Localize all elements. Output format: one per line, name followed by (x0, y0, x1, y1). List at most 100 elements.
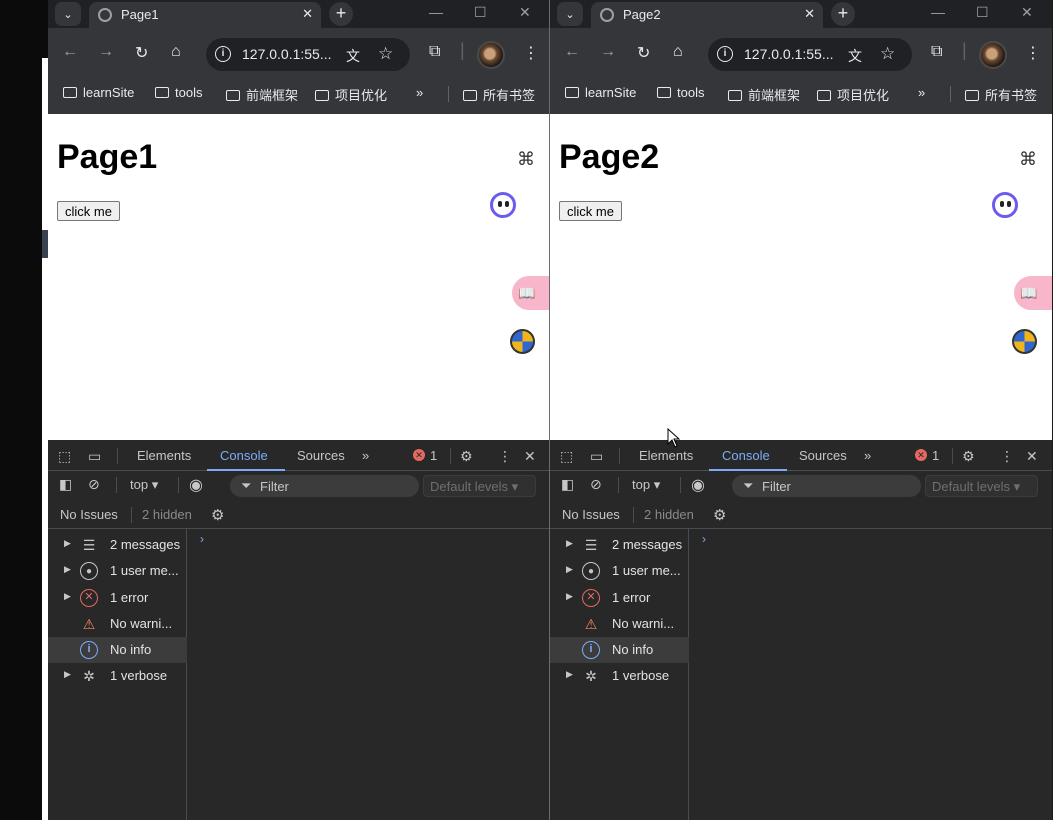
close-devtools-icon[interactable]: ✕ (1026, 448, 1038, 465)
error-count[interactable]: 1 (430, 448, 437, 463)
sidebar-item-info[interactable]: i No info (550, 637, 689, 663)
tab-search-chevron-icon[interactable]: ⌄ (557, 2, 583, 26)
command-icon[interactable]: ⌘ (1019, 149, 1037, 170)
click-me-button[interactable]: click me (57, 201, 120, 221)
tab-elements[interactable]: Elements (639, 448, 693, 463)
sidebar-item-errors[interactable]: ▶ ✕ 1 error (550, 585, 689, 611)
minimize-icon[interactable]: — (429, 4, 443, 20)
console-settings-gear-icon[interactable]: ⚙ (713, 506, 726, 524)
device-toolbar-icon[interactable]: ▭ (88, 448, 101, 465)
bookmark-star-icon[interactable]: ☆ (880, 44, 895, 64)
address-bar[interactable]: i 127.0.0.1:55... 文 ☆ (206, 38, 410, 71)
close-window-icon[interactable]: ✕ (519, 4, 531, 21)
settings-gear-icon[interactable]: ⚙ (460, 448, 473, 465)
extension-globe-icon[interactable] (1012, 329, 1037, 354)
bookmark-tools[interactable]: tools (155, 85, 202, 100)
sidebar-toggle-icon[interactable]: ◧ (59, 476, 72, 493)
extensions-puzzle-icon[interactable]: ⧉ (429, 43, 440, 61)
clear-console-icon[interactable]: ⊘ (590, 476, 602, 493)
site-info-icon[interactable]: i (215, 46, 231, 62)
log-levels-dropdown[interactable]: Default levels ▾ (423, 475, 536, 497)
context-selector[interactable]: top ▾ (632, 477, 660, 493)
sidebar-toggle-icon[interactable]: ◧ (561, 476, 574, 493)
sidebar-item-messages[interactable]: ▶ ☰ 2 messages (550, 532, 689, 558)
devtools-kebab-icon[interactable]: ⋮ (498, 448, 512, 465)
error-count[interactable]: 1 (932, 448, 939, 463)
bookmark-star-icon[interactable]: ☆ (378, 44, 393, 64)
more-tabs-icon[interactable]: » (362, 448, 369, 463)
tab-console[interactable]: Console (722, 448, 770, 463)
tab-sources[interactable]: Sources (297, 448, 345, 463)
tab-search-chevron-icon[interactable]: ⌄ (55, 2, 81, 26)
close-window-icon[interactable]: ✕ (1021, 4, 1033, 21)
tab-elements[interactable]: Elements (137, 448, 191, 463)
devtools-kebab-icon[interactable]: ⋮ (1000, 448, 1014, 465)
settings-gear-icon[interactable]: ⚙ (962, 448, 975, 465)
bookmark-frameworks[interactable]: 前端框架 (226, 85, 298, 104)
console-filter-input[interactable]: ⏷ Filter (230, 475, 419, 497)
reload-icon[interactable]: ↻ (135, 43, 148, 63)
sidebar-item-verbose[interactable]: ▶ ✲ 1 verbose (550, 663, 689, 689)
bookmark-learnsite[interactable]: learnSite (63, 85, 134, 100)
extension-translate-book-icon[interactable]: 📖 (512, 276, 550, 310)
command-icon[interactable]: ⌘ (517, 149, 535, 170)
sidebar-item-user-messages[interactable]: ▶ ● 1 user me... (48, 558, 187, 584)
new-tab-plus-icon[interactable]: + (329, 2, 353, 26)
click-me-button[interactable]: click me (559, 201, 622, 221)
console-filter-input[interactable]: ⏷ Filter (732, 475, 921, 497)
console-settings-gear-icon[interactable]: ⚙ (211, 506, 224, 524)
maximize-icon[interactable]: ☐ (976, 4, 989, 21)
close-devtools-icon[interactable]: ✕ (524, 448, 536, 465)
kebab-menu-icon[interactable]: ⋮ (523, 43, 539, 63)
bookmark-frameworks[interactable]: 前端框架 (728, 85, 800, 104)
profile-avatar[interactable] (979, 41, 1007, 69)
sidebar-item-user-messages[interactable]: ▶ ● 1 user me... (550, 558, 689, 584)
new-tab-plus-icon[interactable]: + (831, 2, 855, 26)
translate-icon[interactable]: 文 (848, 46, 862, 66)
minimize-icon[interactable]: — (931, 4, 945, 20)
site-info-icon[interactable]: i (717, 46, 733, 62)
extension-assistant-icon[interactable] (490, 192, 516, 218)
back-arrow-icon[interactable]: ← (62, 43, 78, 61)
translate-icon[interactable]: 文 (346, 46, 360, 66)
bookmark-optimization[interactable]: 项目优化 (817, 85, 889, 104)
reload-icon[interactable]: ↻ (637, 43, 650, 63)
live-expression-eye-icon[interactable]: ◉ (691, 475, 705, 495)
bookmark-all[interactable]: 所有书签 (965, 85, 1037, 104)
home-icon[interactable]: ⌂ (673, 43, 683, 61)
extension-translate-book-icon[interactable]: 📖 (1014, 276, 1052, 310)
extension-globe-icon[interactable] (510, 329, 535, 354)
back-arrow-icon[interactable]: ← (564, 43, 580, 61)
bookmark-tools[interactable]: tools (657, 85, 704, 100)
bookmarks-overflow-icon[interactable]: » (416, 85, 423, 100)
console-prompt-icon[interactable]: › (702, 532, 706, 546)
kebab-menu-icon[interactable]: ⋮ (1025, 43, 1041, 63)
bookmark-all[interactable]: 所有书签 (463, 85, 535, 104)
sidebar-item-warnings[interactable]: ⚠ No warni... (550, 611, 689, 637)
issues-count[interactable]: No Issues (562, 507, 620, 522)
tab-page1[interactable]: Page1 ✕ (89, 2, 321, 28)
address-bar[interactable]: i 127.0.0.1:55... 文 ☆ (708, 38, 912, 71)
more-tabs-icon[interactable]: » (864, 448, 871, 463)
extensions-puzzle-icon[interactable]: ⧉ (931, 43, 942, 61)
sidebar-item-messages[interactable]: ▶ ☰ 2 messages (48, 532, 187, 558)
home-icon[interactable]: ⌂ (171, 43, 181, 61)
sidebar-item-verbose[interactable]: ▶ ✲ 1 verbose (48, 663, 187, 689)
sidebar-item-warnings[interactable]: ⚠ No warni... (48, 611, 187, 637)
console-prompt-icon[interactable]: › (200, 532, 204, 546)
close-tab-icon[interactable]: ✕ (302, 6, 313, 22)
inspect-element-icon[interactable]: ⬚ (58, 448, 71, 465)
issues-count[interactable]: No Issues (60, 507, 118, 522)
tab-console[interactable]: Console (220, 448, 268, 463)
maximize-icon[interactable]: ☐ (474, 4, 487, 21)
inspect-element-icon[interactable]: ⬚ (560, 448, 573, 465)
profile-avatar[interactable] (477, 41, 505, 69)
bookmarks-overflow-icon[interactable]: » (918, 85, 925, 100)
device-toolbar-icon[interactable]: ▭ (590, 448, 603, 465)
sidebar-item-info[interactable]: i No info (48, 637, 187, 663)
forward-arrow-icon[interactable]: → (98, 43, 114, 61)
context-selector[interactable]: top ▾ (130, 477, 158, 493)
close-tab-icon[interactable]: ✕ (804, 6, 815, 22)
clear-console-icon[interactable]: ⊘ (88, 476, 100, 493)
forward-arrow-icon[interactable]: → (600, 43, 616, 61)
